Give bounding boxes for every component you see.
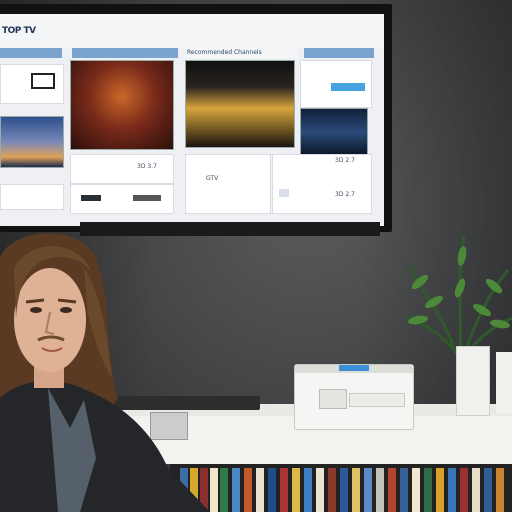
- tv-thumb-figure: [70, 60, 174, 150]
- photo-scene: TOP TV Recommended Channels Video 3D 3.7: [0, 0, 512, 512]
- device-indicator: [339, 365, 369, 371]
- tv-tile-value-2: 3D 2.7: [335, 157, 355, 164]
- tv-tab-1: [0, 48, 62, 58]
- media-device: [294, 364, 414, 430]
- tv-tile-center-2: [70, 184, 174, 214]
- device-window: [319, 389, 347, 409]
- tv-screen: TOP TV Recommended Channels Video 3D 3.7: [0, 14, 384, 226]
- tv-tab-4: [304, 48, 374, 58]
- device-slot: [349, 393, 405, 407]
- tv-tile-value-4: 3D 2.7: [335, 191, 355, 198]
- tv-thumb-room: [185, 60, 295, 148]
- tv-thumb-sunset: [0, 116, 64, 168]
- plant-pot-2: [496, 352, 512, 414]
- tv-tile-center-1: 3D 3.7: [70, 154, 174, 184]
- tv-tile-label: Video: [4, 162, 21, 169]
- tv-tile-right-2: 3D 2.7 3D 2.7: [272, 154, 372, 214]
- tv-header-strip: [0, 14, 384, 48]
- plant-leaves: [405, 235, 512, 355]
- man-portrait: [0, 233, 210, 512]
- tv-tile-right-1: [300, 60, 372, 108]
- tv-tab-2: [72, 48, 178, 58]
- bookshelf-books: [170, 464, 512, 512]
- tv-tile-center-3: GTV: [185, 154, 271, 214]
- tv-tab-3: Recommended Channels: [184, 48, 298, 58]
- plant-pot: [456, 346, 490, 416]
- tv-tile-value-3: GTV: [206, 175, 219, 182]
- tv-tile-value-1: 3D 3.7: [137, 163, 157, 170]
- tv-tile-left-3: [0, 184, 64, 210]
- tv-logo: TOP TV: [2, 26, 36, 36]
- tv-thumb-city: [300, 108, 368, 156]
- wall-tv: TOP TV Recommended Channels Video 3D 3.7: [0, 4, 392, 232]
- tv-tile-left-1: [0, 64, 64, 104]
